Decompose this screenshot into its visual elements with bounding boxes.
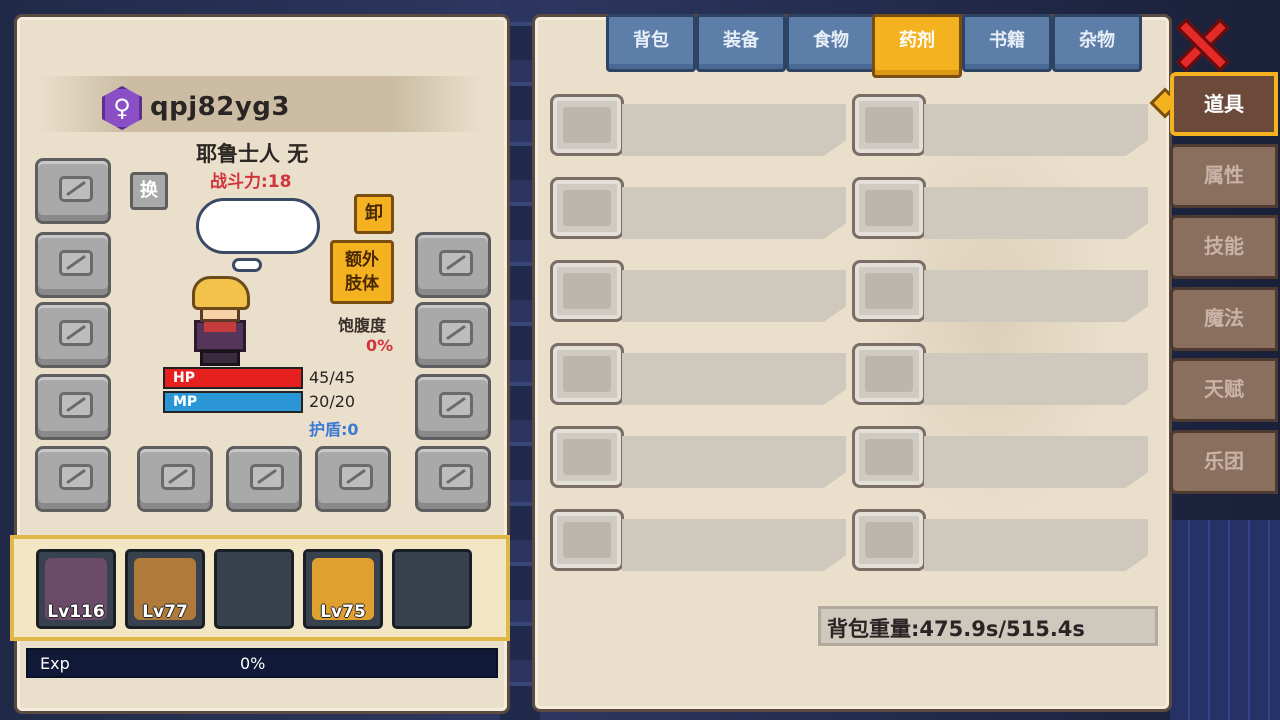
inventory-slot[interactable] xyxy=(550,177,846,239)
background-floor xyxy=(1170,520,1280,720)
empty-slot-icon xyxy=(439,320,473,346)
empty-slot-icon xyxy=(59,464,93,490)
swap-button[interactable]: 换 xyxy=(130,172,168,210)
character-title: 耶鲁士人 无 xyxy=(196,142,309,166)
equipment-slot-9[interactable] xyxy=(415,232,491,298)
inventory-slot[interactable] xyxy=(852,509,1148,571)
inventory-slot[interactable] xyxy=(550,94,846,156)
satiety-label: 饱腹度 xyxy=(338,316,387,335)
combat-power: 战斗力:18 xyxy=(210,172,292,192)
tab-food[interactable]: 食物 xyxy=(786,14,876,72)
tab-equipment[interactable]: 装备 xyxy=(696,14,786,72)
tab-books[interactable]: 书籍 xyxy=(962,14,1052,72)
party-member-2[interactable]: Lv77 xyxy=(125,549,205,629)
inventory-slot[interactable] xyxy=(550,260,846,322)
party-slot-empty[interactable] xyxy=(392,549,472,629)
inventory-slot[interactable] xyxy=(852,177,1148,239)
mp-bar: MP xyxy=(163,391,303,413)
party-level: Lv77 xyxy=(142,602,188,622)
thought-bubble-dot xyxy=(232,258,262,272)
hp-value: 45/45 xyxy=(309,368,356,387)
satiety-value: 0% xyxy=(366,336,394,355)
party-member-1[interactable]: Lv116 xyxy=(36,549,116,629)
side-menu-talents[interactable]: 天赋 xyxy=(1170,358,1278,422)
equipment-slot-1[interactable] xyxy=(35,158,111,224)
empty-slot-icon xyxy=(439,464,473,490)
party-level: Lv75 xyxy=(320,602,366,622)
tab-misc[interactable]: 杂物 xyxy=(1052,14,1142,72)
empty-slot-icon xyxy=(439,250,473,276)
empty-slot-icon xyxy=(59,320,93,346)
inventory-slot[interactable] xyxy=(550,343,846,405)
empty-slot-icon xyxy=(59,176,93,202)
hp-label: HP xyxy=(173,370,195,386)
inventory-slot[interactable] xyxy=(852,260,1148,322)
party-member-4[interactable]: Lv75 xyxy=(303,549,383,629)
side-menu-band[interactable]: 乐团 xyxy=(1170,430,1278,494)
empty-slot-icon xyxy=(439,392,473,418)
character-sprite xyxy=(186,276,254,368)
party-slot-empty[interactable] xyxy=(214,549,294,629)
backpack-weight: 背包重量:475.9s/515.4s xyxy=(818,606,1158,646)
equipment-slot-8[interactable] xyxy=(315,446,391,512)
tab-potions[interactable]: 药剂 xyxy=(872,14,962,78)
inventory-slot[interactable] xyxy=(852,343,1148,405)
equipment-slot-12[interactable] xyxy=(415,446,491,512)
empty-slot-icon xyxy=(59,250,93,276)
equipment-slot-6[interactable] xyxy=(137,446,213,512)
close-button[interactable] xyxy=(1176,18,1230,72)
extra-limb-button[interactable]: 额外 肢体 xyxy=(330,240,394,304)
shield-value: 护盾:0 xyxy=(309,420,359,439)
character-name: qpj82yg3 xyxy=(150,92,290,122)
equipment-slot-5[interactable] xyxy=(35,446,111,512)
hp-bar: HP xyxy=(163,367,303,389)
inventory-slot[interactable] xyxy=(550,509,846,571)
exp-bar: Exp 0% xyxy=(26,648,498,678)
equipment-slot-11[interactable] xyxy=(415,374,491,440)
extra-limb-label-1: 额外 xyxy=(345,250,379,270)
side-menu-attributes[interactable]: 属性 xyxy=(1170,144,1278,208)
party-level: Lv116 xyxy=(47,602,105,622)
inventory-slot[interactable] xyxy=(550,426,846,488)
exp-value: 0% xyxy=(240,654,266,673)
inventory-slot[interactable] xyxy=(852,426,1148,488)
party-bar: Lv116 Lv77 Lv75 xyxy=(10,535,510,641)
side-menu-magic[interactable]: 魔法 xyxy=(1170,287,1278,351)
side-menu-items[interactable]: 道具 xyxy=(1170,72,1278,136)
equipment-slot-4[interactable] xyxy=(35,374,111,440)
backpack-weight-text: 背包重量:475.9s/515.4s xyxy=(827,617,1085,641)
tab-backpack[interactable]: 背包 xyxy=(606,14,696,72)
mp-value: 20/20 xyxy=(309,392,356,411)
equipment-slot-2[interactable] xyxy=(35,232,111,298)
equipment-slot-7[interactable] xyxy=(226,446,302,512)
empty-slot-icon xyxy=(250,464,284,490)
empty-slot-icon xyxy=(59,392,93,418)
thought-bubble-icon xyxy=(196,198,320,254)
mp-label: MP xyxy=(173,394,198,410)
extra-limb-label-2: 肢体 xyxy=(345,274,379,294)
unequip-button[interactable]: 卸 xyxy=(354,194,394,234)
empty-slot-icon xyxy=(339,464,373,490)
empty-slot-icon xyxy=(161,464,195,490)
inventory-slot[interactable] xyxy=(852,94,1148,156)
equipment-slot-3[interactable] xyxy=(35,302,111,368)
exp-label: Exp xyxy=(40,654,70,673)
equipment-slot-10[interactable] xyxy=(415,302,491,368)
side-menu-skills[interactable]: 技能 xyxy=(1170,215,1278,279)
